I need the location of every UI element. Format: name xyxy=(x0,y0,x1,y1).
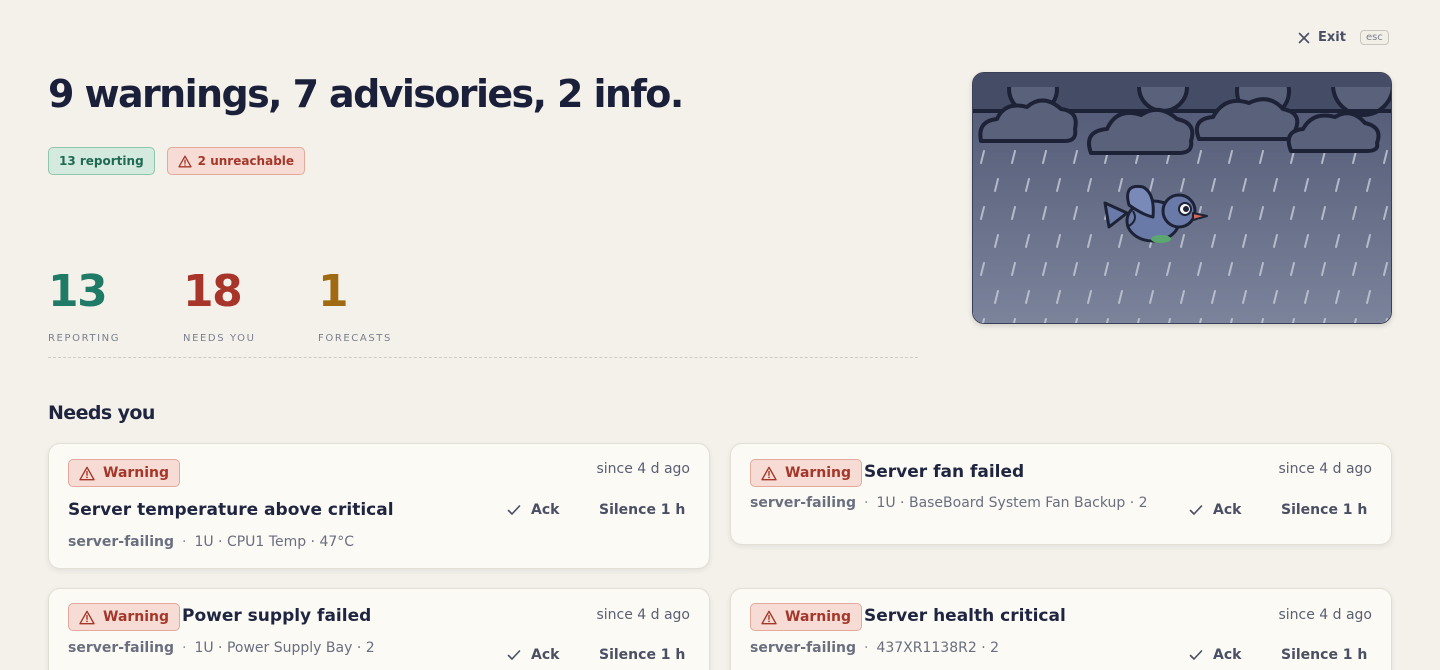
silence-button[interactable]: Silence 1 h xyxy=(599,647,685,663)
page-title: 9 warnings, 7 advisories, 2 info. xyxy=(48,72,684,116)
weather-illustration xyxy=(972,72,1392,324)
alert-meta: server-failing · 1U · CPU1 Temp · 47°C xyxy=(68,534,355,550)
stat-label: REPORTING xyxy=(48,333,121,344)
severity-badge: Warning xyxy=(68,603,181,631)
alert-card: Warning Server health critical since 4 d… xyxy=(730,588,1392,670)
alert-detail: 1U · Power Supply Bay · 2 xyxy=(194,640,375,656)
severity-badge: Warning xyxy=(750,459,863,487)
alert-source: server-failing xyxy=(750,640,856,656)
alert-source: server-failing xyxy=(750,495,856,511)
since-label: since 4 d ago xyxy=(596,461,690,477)
exit-label: Exit xyxy=(1318,30,1346,45)
silence-button[interactable]: Silence 1 h xyxy=(599,502,685,518)
stats-row: 13 REPORTING 18 NEEDS YOU 1 FORECASTS xyxy=(48,266,453,345)
stat-reporting: 13 REPORTING xyxy=(48,266,183,345)
alert-source: server-failing xyxy=(68,640,174,656)
warning-triangle-icon xyxy=(761,466,777,480)
warning-triangle-icon xyxy=(79,610,95,624)
reporting-pill[interactable]: 13 reporting xyxy=(48,147,155,175)
alert-meta: server-failing · 1U · Power Supply Bay · 2 xyxy=(68,640,375,656)
alert-meta: server-failing · 1U · BaseBoard System Fan… xyxy=(750,495,1148,511)
unreachable-pill[interactable]: 2 unreachable xyxy=(166,147,306,175)
stat-value: 18 xyxy=(183,266,243,317)
severity-badge: Warning xyxy=(68,459,181,487)
stat-value: 13 xyxy=(48,266,108,317)
close-icon xyxy=(1298,32,1310,43)
since-label: since 4 d ago xyxy=(1278,607,1372,623)
check-icon xyxy=(507,650,521,660)
severity-badge: Warning xyxy=(750,603,863,631)
ack-button[interactable]: Ack xyxy=(1189,502,1241,518)
check-icon xyxy=(1189,505,1203,515)
check-icon xyxy=(507,505,521,515)
alert-card: Warning since 4 d ago Server temperature… xyxy=(48,443,710,569)
warning-triangle-icon xyxy=(79,466,95,480)
stat-value: 1 xyxy=(318,266,349,317)
alert-title: Server health critical xyxy=(864,606,1066,626)
silence-button[interactable]: Silence 1 h xyxy=(1281,647,1367,663)
warning-triangle-icon xyxy=(178,155,192,167)
warning-triangle-icon xyxy=(761,610,777,624)
stat-label: NEEDS YOU xyxy=(183,333,256,344)
esc-key-hint: esc xyxy=(1359,30,1389,45)
exit-button[interactable]: Exit esc xyxy=(1298,30,1389,45)
alert-title: Power supply failed xyxy=(182,606,372,626)
alert-detail: 1U · BaseBoard System Fan Backup · 2 xyxy=(876,495,1148,511)
divider xyxy=(48,357,918,358)
alert-title: Server fan failed xyxy=(864,462,1025,482)
status-pills: 13 reporting 2 unreachable xyxy=(48,147,306,175)
section-title: Needs you xyxy=(48,402,155,424)
alert-card: Warning Server fan failed since 4 d ago … xyxy=(730,443,1392,545)
silence-button[interactable]: Silence 1 h xyxy=(1281,502,1367,518)
alert-card: Warning Power supply failed since 4 d ag… xyxy=(48,588,710,670)
alert-meta: server-failing · 437XR1138R2 · 2 xyxy=(750,640,1000,656)
ack-button[interactable]: Ack xyxy=(1189,647,1241,663)
ack-button[interactable]: Ack xyxy=(507,647,559,663)
alert-title: Server temperature above critical xyxy=(68,500,394,520)
stat-label: FORECASTS xyxy=(318,333,392,344)
alert-detail: 1U · CPU1 Temp · 47°C xyxy=(194,534,355,550)
ack-button[interactable]: Ack xyxy=(507,502,559,518)
alert-source: server-failing xyxy=(68,534,174,550)
check-icon xyxy=(1189,650,1203,660)
since-label: since 4 d ago xyxy=(1278,461,1372,477)
stat-forecasts: 1 FORECASTS xyxy=(318,266,453,345)
since-label: since 4 d ago xyxy=(596,607,690,623)
rain-cloud-bird-illustration xyxy=(973,73,1391,323)
stat-needs-you: 18 NEEDS YOU xyxy=(183,266,318,345)
alert-detail: 437XR1138R2 · 2 xyxy=(876,640,1000,656)
